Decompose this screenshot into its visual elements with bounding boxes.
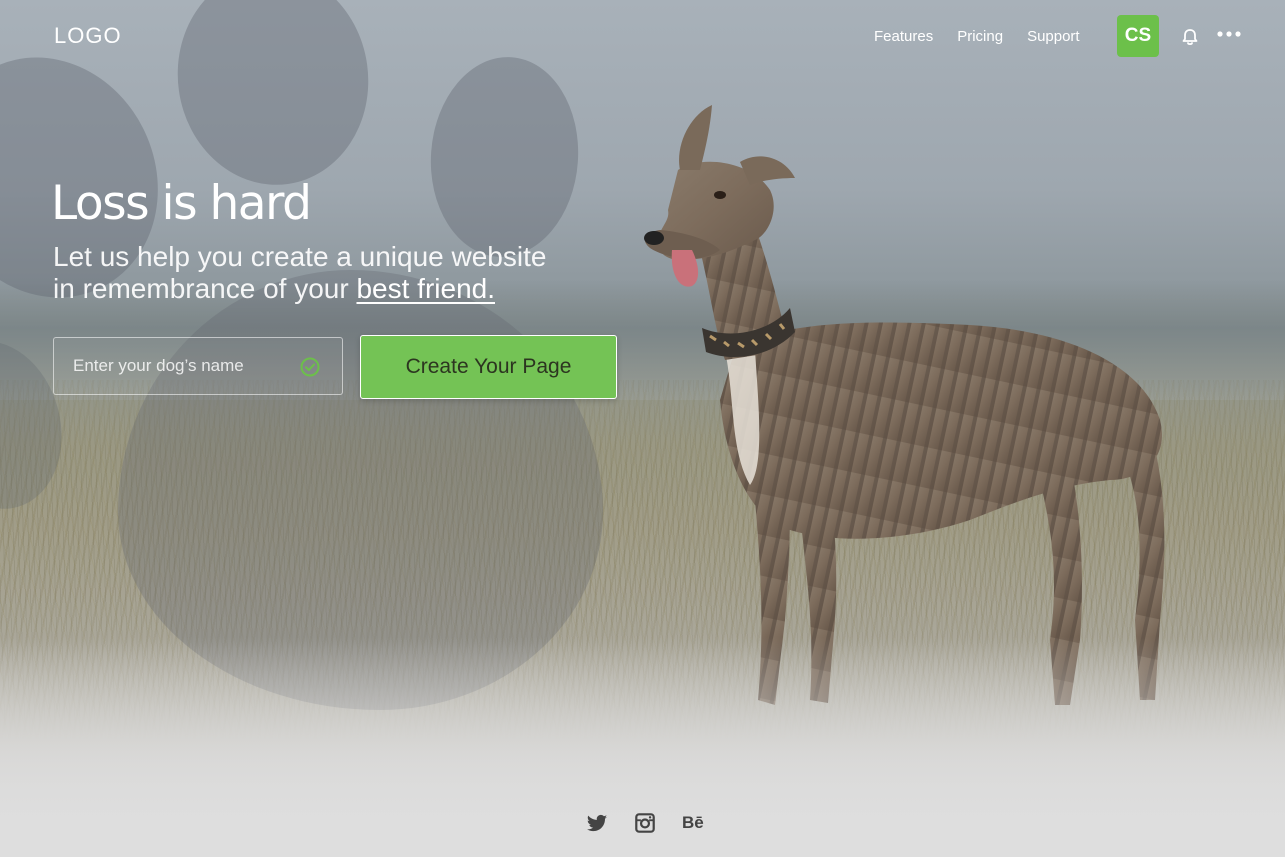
nav-link-features[interactable]: Features [874,28,933,46]
nav-link-support[interactable]: Support [1027,28,1080,46]
hero-title: Loss is hard [51,176,312,231]
twitter-icon[interactable] [586,812,608,834]
bell-icon[interactable] [1180,27,1200,47]
paw-print-toe [424,52,585,262]
site-header: LOGO Features Pricing Support CS [0,0,1285,72]
dog-name-field [53,337,343,395]
dog-name-input[interactable] [54,338,294,394]
nav-link-pricing[interactable]: Pricing [957,28,1003,46]
social-links: Bē [586,812,704,834]
hero-subtitle-line2: in remembrance of your [53,273,357,304]
hero-subtitle-line1: Let us help you create a unique website [53,241,547,272]
instagram-icon[interactable] [634,812,656,834]
check-circle-icon [300,357,320,377]
greyhound-image [644,105,1165,705]
hero-subtitle: Let us help you create a unique website … [53,241,546,305]
behance-icon[interactable]: Bē [682,812,704,834]
create-page-button[interactable]: Create Your Page [360,335,617,399]
logo[interactable]: LOGO [54,23,122,49]
main-nav: Features Pricing Support [874,28,1104,46]
more-icon[interactable] [1217,26,1241,42]
user-avatar[interactable]: CS [1117,15,1159,57]
hero-background [0,0,1285,857]
best-friend-link[interactable]: best friend. [356,273,495,304]
